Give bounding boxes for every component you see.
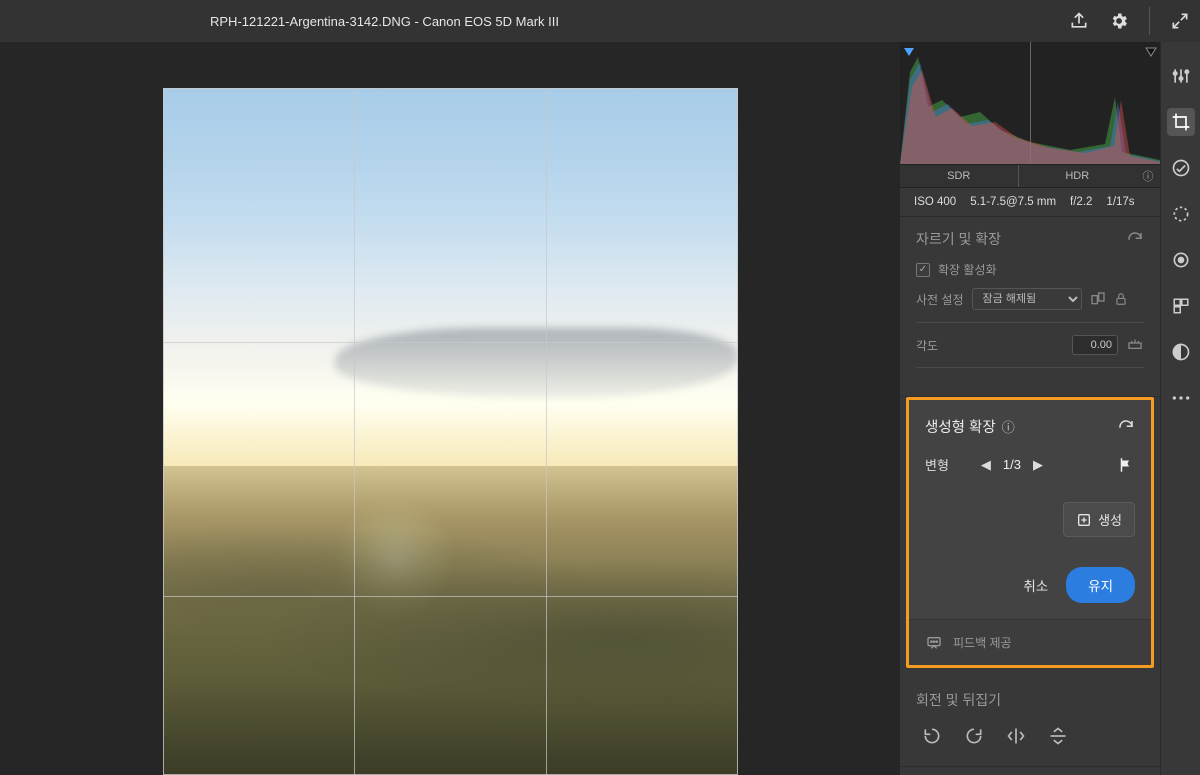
feedback-icon [925,635,943,651]
gen-panel-title: 생성형 확장 [925,416,996,437]
more-icon[interactable] [1167,384,1195,412]
versions-icon[interactable] [1167,338,1195,366]
exif-shutter: 1/17s [1106,196,1134,208]
feedback-label: 피드백 제공 [953,634,1012,651]
info-icon[interactable]: ⓘ [1002,417,1015,436]
keep-button[interactable]: 유지 [1066,567,1135,603]
rotate-panel-title: 회전 및 뒤집기 [916,690,1001,710]
angle-input[interactable] [1072,335,1118,355]
histogram[interactable] [900,42,1160,164]
swap-orientation-icon[interactable] [1090,291,1106,307]
main-layout: SDR HDR ⓘ ISO 400 5.1-7.5@7.5 mm f/2.2 1… [0,42,1200,775]
straighten-icon[interactable] [1126,337,1144,353]
feedback-row[interactable]: 피드백 제공 [909,619,1151,665]
lock-icon[interactable] [1114,292,1128,306]
variation-label: 변형 [925,455,949,474]
generate-button[interactable]: 생성 [1063,502,1135,537]
rotate-cw-icon[interactable] [964,726,984,746]
flag-icon[interactable] [1117,456,1135,474]
image-preview[interactable] [163,88,738,775]
canvas-area[interactable] [0,42,900,775]
info-icon[interactable]: ⓘ [1136,168,1160,184]
reset-icon[interactable] [1126,230,1144,248]
crop-tool-icon[interactable] [1167,108,1195,136]
angle-label: 각도 [916,337,1064,354]
exif-aperture: f/2.2 [1070,196,1092,208]
variation-counter: 1/3 [1003,457,1021,472]
document-title: RPH-121221-Argentina-3142.DNG - Canon EO… [210,14,559,29]
top-actions [1069,7,1190,35]
hdr-label[interactable]: HDR [1019,170,1137,182]
preset-select[interactable]: 잠금 해제됨 [972,288,1082,310]
reset-icon[interactable] [1117,418,1135,436]
next-variation-button[interactable]: ▶ [1033,457,1043,473]
edit-sliders-icon[interactable] [1167,62,1195,90]
preset-label: 사전 설정 [916,291,964,308]
rotate-ccw-icon[interactable] [922,726,942,746]
gear-icon[interactable] [1109,11,1129,31]
histogram-range-row: SDR HDR ⓘ [900,164,1160,188]
exif-focal: 5.1-7.5@7.5 mm [970,196,1056,208]
prev-variation-button[interactable]: ◀ [981,457,991,473]
presets-icon[interactable] [1167,292,1195,320]
panel-generative-expand-highlight: 생성형 확장 ⓘ 변형 ◀ 1/3 ▶ [906,397,1154,668]
panel-rotate-flip: 회전 및 뒤집기 [900,678,1160,767]
flip-horizontal-icon[interactable] [1006,726,1026,746]
top-bar: RPH-121221-Argentina-3142.DNG - Canon EO… [0,0,1200,42]
fullscreen-icon[interactable] [1170,11,1190,31]
checkbox-enable-expand[interactable] [916,263,930,277]
exif-iso: ISO 400 [914,196,956,208]
panel-crop-title: 자르기 및 확장 [916,229,1001,249]
export-icon[interactable] [1069,11,1089,31]
heal-tool-icon[interactable] [1167,154,1195,182]
enable-expand-label: 확장 활성화 [938,261,997,278]
cancel-button[interactable]: 취소 [1023,575,1048,595]
exif-row: ISO 400 5.1-7.5@7.5 mm f/2.2 1/17s [900,188,1160,217]
tool-strip [1160,42,1200,775]
mask-tool-icon[interactable] [1167,200,1195,228]
divider [1149,7,1150,35]
flip-vertical-icon[interactable] [1048,726,1068,746]
panel-crop-expand: 자르기 및 확장 확장 활성화 사전 설정 잠금 해제됨 [900,217,1160,397]
right-sidebar: SDR HDR ⓘ ISO 400 5.1-7.5@7.5 mm f/2.2 1… [900,42,1200,775]
sdr-label[interactable]: SDR [900,170,1018,182]
generate-label: 생성 [1098,510,1122,529]
redeye-tool-icon[interactable] [1167,246,1195,274]
